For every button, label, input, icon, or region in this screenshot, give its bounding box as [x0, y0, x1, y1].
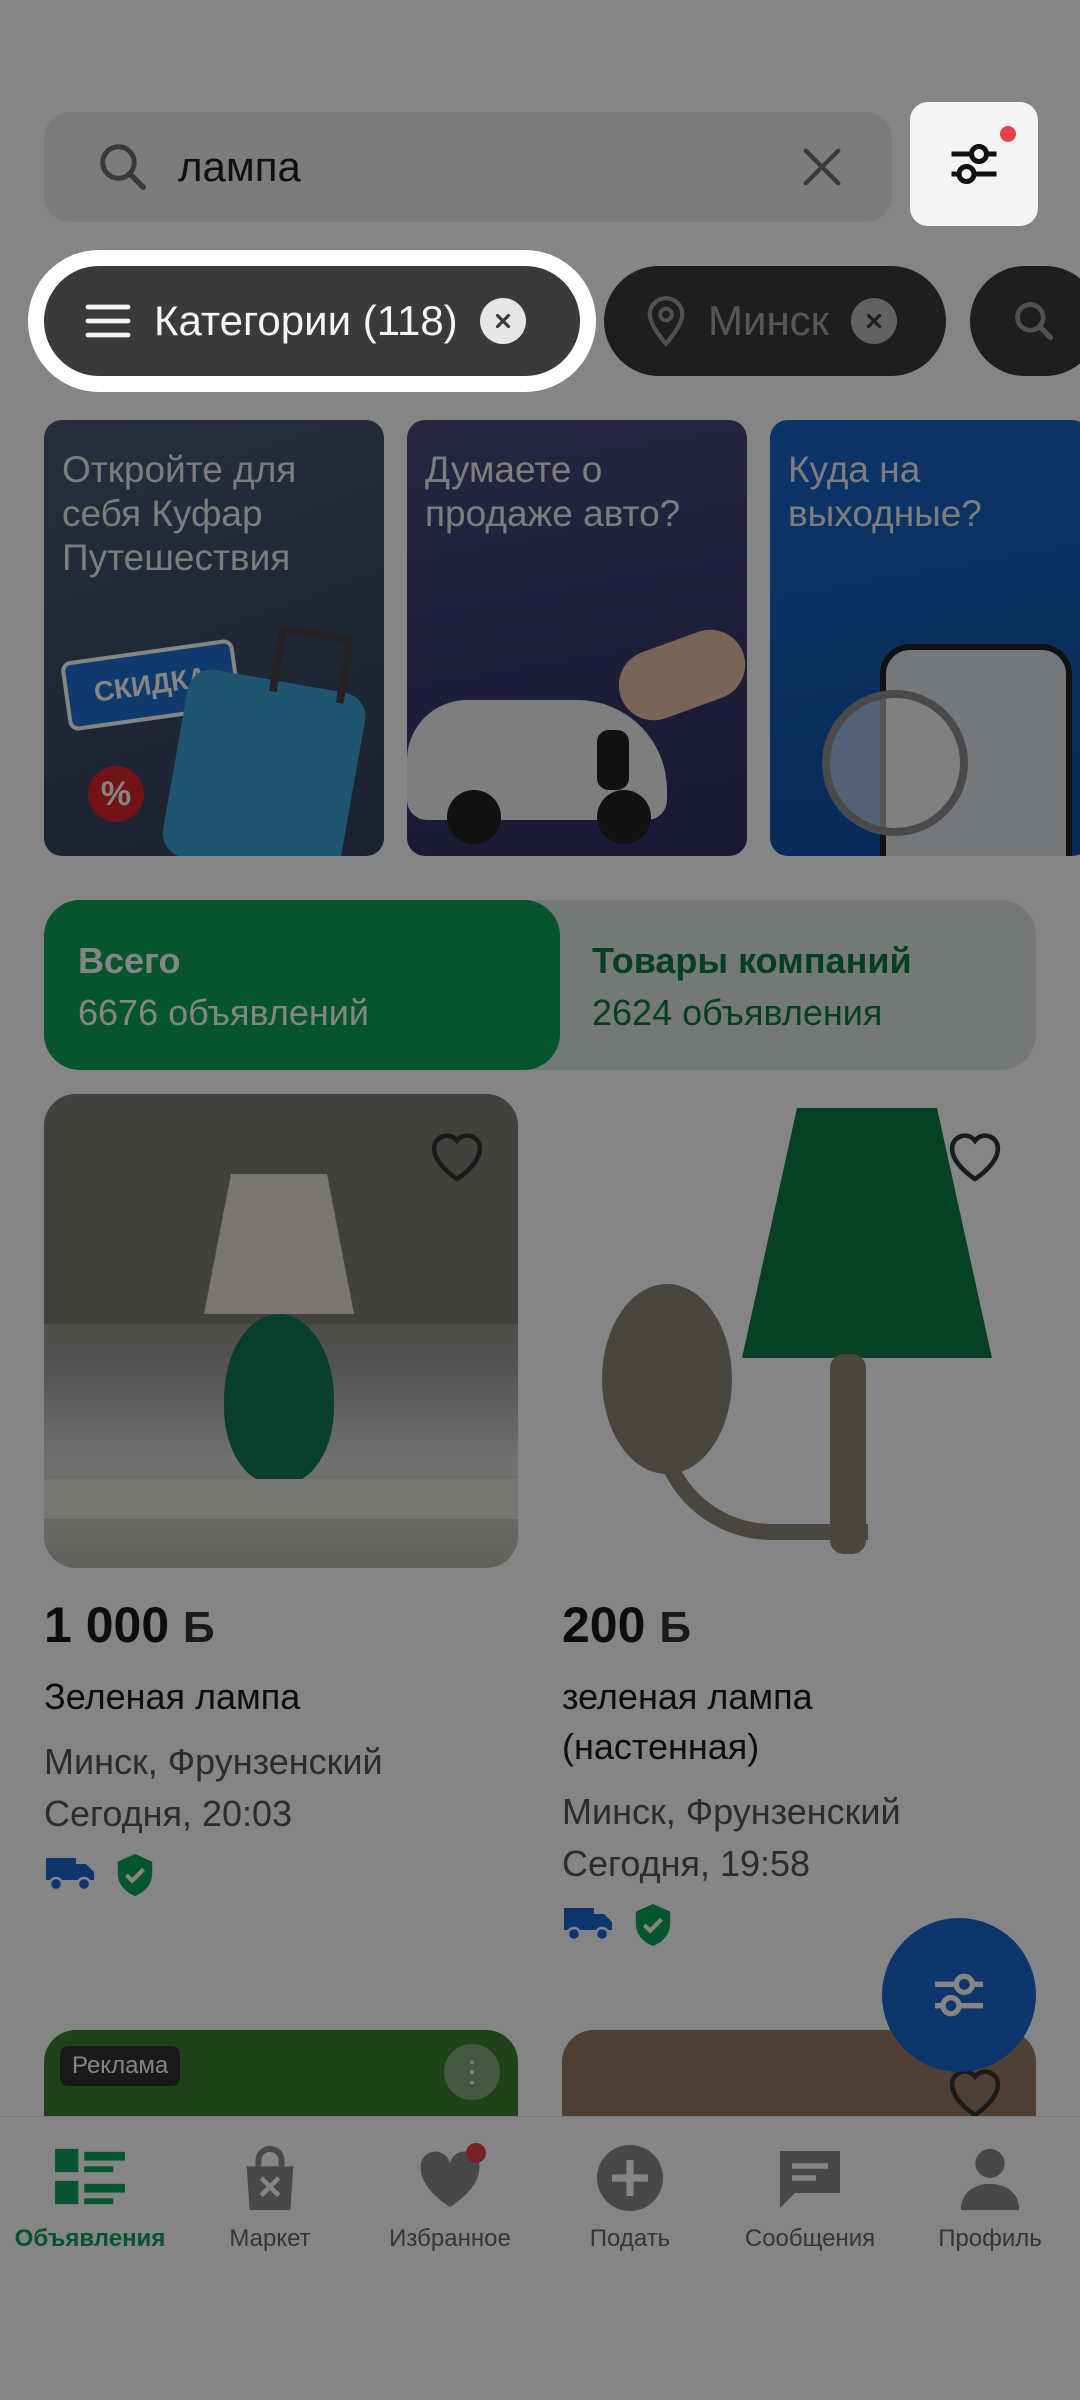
- nav-label: Сообщения: [744, 2225, 876, 2252]
- plus-circle-icon: [597, 2145, 663, 2211]
- promo-text: Думаете о продаже авто?: [425, 449, 681, 534]
- listing-photo[interactable]: [44, 1094, 518, 1568]
- clear-categories-icon[interactable]: [479, 298, 526, 344]
- search-icon: [1015, 302, 1054, 341]
- delivery-truck-icon: [564, 1908, 612, 1942]
- listing-title-line1: зеленая лампа: [562, 1676, 813, 1717]
- listing-badges: [44, 1852, 156, 1898]
- verified-shield-icon: [635, 1904, 671, 1946]
- notification-dot: [466, 2143, 486, 2163]
- listing-badges: [562, 1902, 674, 1948]
- chat-icon: [780, 2151, 840, 2208]
- nav-favorites[interactable]: Избранное: [360, 2141, 540, 2253]
- location-pin-icon: [647, 296, 685, 347]
- promo-text: Куда на выходные?: [788, 449, 982, 534]
- delivery-truck-icon: [46, 1858, 94, 1892]
- search-bar[interactable]: лампа: [44, 112, 892, 222]
- listing-price: 1 000 Б: [44, 1597, 215, 1653]
- lamp-base: [224, 1314, 334, 1484]
- clear-city-icon[interactable]: [851, 298, 898, 344]
- filters-fab[interactable]: [882, 1918, 1036, 2072]
- segment-companies-count: 2624 объявления: [592, 992, 883, 1033]
- bottom-nav: Объявления Маркет Избранное Подать Сообщ…: [0, 2116, 1080, 2287]
- listing-photo[interactable]: [562, 1094, 1036, 1568]
- city-chip-label: Минск: [708, 297, 830, 344]
- search-icon: [100, 144, 146, 190]
- nav-listings[interactable]: Объявления: [0, 2141, 180, 2253]
- listing-location: Минск, Фрунзенский: [562, 1791, 901, 1832]
- results-segment[interactable]: Всего 6676 объявлений Товары компаний 26…: [44, 900, 1036, 1070]
- segment-all[interactable]: Всего 6676 объявлений: [44, 900, 560, 1070]
- nav-label: Избранное: [389, 2225, 511, 2252]
- nav-messages[interactable]: Сообщения: [720, 2141, 900, 2253]
- nav-label: Профиль: [938, 2225, 1042, 2252]
- segment-all-count: 6676 объявлений: [78, 992, 369, 1033]
- promo-card-weekend[interactable]: Куда на выходные?: [770, 420, 1080, 856]
- nav-label: Маркет: [229, 2225, 311, 2252]
- promo-text: Откройте для себя Куфар Путешествия: [62, 449, 297, 578]
- listing-title[interactable]: Зеленая лампа: [44, 1672, 300, 1722]
- highlight-filter[interactable]: [910, 102, 1038, 226]
- listing-time: Сегодня, 19:58: [562, 1843, 811, 1884]
- nav-profile[interactable]: Профиль: [900, 2141, 1080, 2253]
- listings-icon: [55, 2148, 125, 2205]
- segment-all-title: Всего: [78, 940, 181, 981]
- hand-image: [608, 619, 747, 731]
- clear-search-icon[interactable]: [794, 139, 850, 195]
- menu-icon: [85, 304, 131, 338]
- favorite-icon[interactable]: [426, 1128, 488, 1184]
- listing-time: Сегодня, 20:03: [44, 1793, 293, 1834]
- promo-card-car[interactable]: Думаете о продаже авто?: [407, 420, 747, 856]
- highlight-categories-chip[interactable]: Категории (118): [28, 250, 596, 392]
- verified-shield-icon: [117, 1854, 153, 1896]
- city-chip[interactable]: Минск: [604, 266, 946, 376]
- percent-badge-icon: %: [88, 766, 144, 822]
- promo-card-travel[interactable]: Откройте для себя Куфар Путешествия СКИД…: [44, 420, 384, 856]
- nav-label: Объявления: [14, 2225, 166, 2252]
- car-key-image: [597, 730, 629, 790]
- listing-title[interactable]: зеленая лампа (настенная): [562, 1672, 813, 1772]
- segment-companies-title: Товары компаний: [592, 940, 912, 981]
- nav-post[interactable]: Подать: [540, 2141, 720, 2253]
- ad-label: Реклама: [60, 2046, 181, 2086]
- favorite-icon[interactable]: [944, 1128, 1006, 1184]
- market-bag-icon: [246, 2146, 294, 2210]
- nav-market[interactable]: Маркет: [180, 2141, 360, 2253]
- magnifier-image: [822, 690, 968, 836]
- person-icon: [960, 2148, 1020, 2211]
- ad-card[interactable]: Реклама ⋮: [44, 2030, 518, 2116]
- search-chip[interactable]: [970, 266, 1080, 376]
- notification-dot: [1000, 126, 1016, 142]
- listing-price: 200 Б: [562, 1597, 691, 1653]
- nav-label: Подать: [589, 2225, 671, 2252]
- categories-chip-label: Категории (118): [154, 297, 458, 344]
- sliders-icon: [951, 144, 997, 184]
- search-input[interactable]: лампа: [178, 143, 794, 191]
- listing-title-line2: (настенная): [562, 1726, 760, 1767]
- sliders-icon: [935, 1973, 983, 2017]
- more-options-icon[interactable]: ⋮: [444, 2044, 500, 2100]
- listing-location: Минск, Фрунзенский: [44, 1741, 383, 1782]
